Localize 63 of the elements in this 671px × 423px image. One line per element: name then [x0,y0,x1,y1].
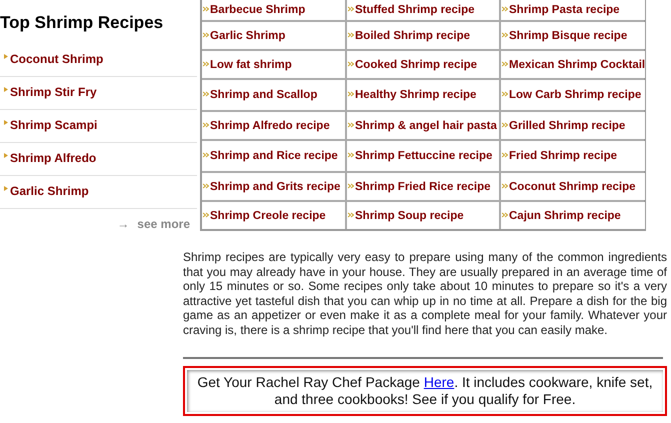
recipe-link[interactable]: Shrimp Fettuccine recipe [347,141,499,171]
recipe-link[interactable]: Shrimp and Rice recipe [202,141,345,171]
promo-text: Get Your Rachel Ray Chef Package Here. It includes cookware, knife set, and three cookbooks! See if you qualify for Free. [187,370,663,412]
double-chevron-icon [502,91,508,97]
double-chevron-icon [203,32,209,38]
double-chevron-icon [502,122,508,128]
double-chevron-icon [348,122,354,128]
recipe-link[interactable]: Barbecue Shrimp [202,0,345,20]
recipe-link[interactable]: Shrimp Fried Rice recipe [347,173,499,200]
sidebar-link[interactable]: Coconut Shrimp [0,44,197,76]
recipe-link[interactable]: Shrimp Bisque recipe [501,22,646,49]
sidebar-link[interactable]: Shrimp Stir Fry [0,76,197,110]
recipe-link[interactable]: Shrimp and Scallop [202,80,345,110]
bullet-icon [4,86,8,92]
double-chevron-icon [203,212,209,218]
recipe-link[interactable]: Healthy Shrimp recipe [347,80,499,110]
double-chevron-icon [348,152,354,158]
double-chevron-icon [348,61,354,67]
double-chevron-icon [348,6,354,12]
recipe-link[interactable]: Shrimp Soup recipe [347,202,499,229]
recipe-link[interactable]: Shrimp Creole recipe [202,202,345,229]
double-chevron-icon [502,183,508,189]
sidebar-title: Top Shrimp Recipes [0,12,164,34]
recipe-link[interactable]: Boiled Shrimp recipe [347,22,499,49]
recipe-link[interactable]: Shrimp Alfredo recipe [202,112,345,139]
double-chevron-icon [203,183,209,189]
sidebar-link[interactable]: Shrimp Scampi [0,110,197,142]
double-chevron-icon [502,6,508,12]
double-chevron-icon [203,61,209,67]
recipe-link[interactable]: Shrimp and Grits recipe [202,173,345,200]
recipe-link[interactable]: Cooked Shrimp recipe [347,51,499,78]
double-chevron-icon [203,122,209,128]
double-chevron-icon [203,6,209,12]
sidebar-link[interactable]: Garlic Shrimp [0,176,197,208]
double-chevron-icon [502,212,508,218]
double-chevron-icon [502,61,508,67]
recipe-link[interactable]: Shrimp & angel hair pasta [347,112,499,139]
double-chevron-icon [348,183,354,189]
recipe-link[interactable]: Low fat shrimp [202,51,345,78]
double-chevron-icon [203,91,209,97]
double-chevron-icon [348,32,354,38]
bullet-icon [4,54,8,58]
sidebar-link[interactable]: Shrimp Alfredo [0,142,197,176]
here-link[interactable]: Here [424,374,454,390]
recipe-link[interactable]: Mexican Shrimp Cocktail [501,51,646,78]
bullet-icon [4,186,8,190]
recipe-link[interactable]: Cajun Shrimp recipe [501,202,646,229]
see-more-link[interactable]: → see more [117,214,190,232]
recipe-link[interactable]: Low Carb Shrimp recipe [501,80,646,110]
recipe-link[interactable]: Stuffed Shrimp recipe [347,0,499,20]
double-chevron-icon [502,152,508,158]
double-chevron-icon [348,212,354,218]
double-chevron-icon [502,32,508,38]
double-chevron-icon [203,152,209,158]
recipe-link[interactable]: Shrimp Pasta recipe [501,0,646,20]
recipe-link[interactable]: Fried Shrimp recipe [501,141,646,171]
recipe-link[interactable]: Grilled Shrimp recipe [501,112,646,139]
description-paragraph: Shrimp recipes are typically very easy to prepare using many of the common ingredients that you may already have in your house. They are usually prepared in an average time of only 15 minutes or so. Some recipes only take about 10 minutes to prepare so it's a very attractive yet tasteful dish that you can whip up in no time at all. Prepare a dish for the big game as an appetizer or even make it as a complete meal for your family. Whatever your craving is, there is a shrimp recipe that you'll find here that you can easily make. [183,250,667,337]
bullet-icon [4,120,8,124]
bullet-icon [4,152,8,158]
recipe-link[interactable]: Garlic Shrimp [202,22,345,49]
recipe-link[interactable]: Coconut Shrimp recipe [501,173,646,200]
double-chevron-icon [348,91,354,97]
